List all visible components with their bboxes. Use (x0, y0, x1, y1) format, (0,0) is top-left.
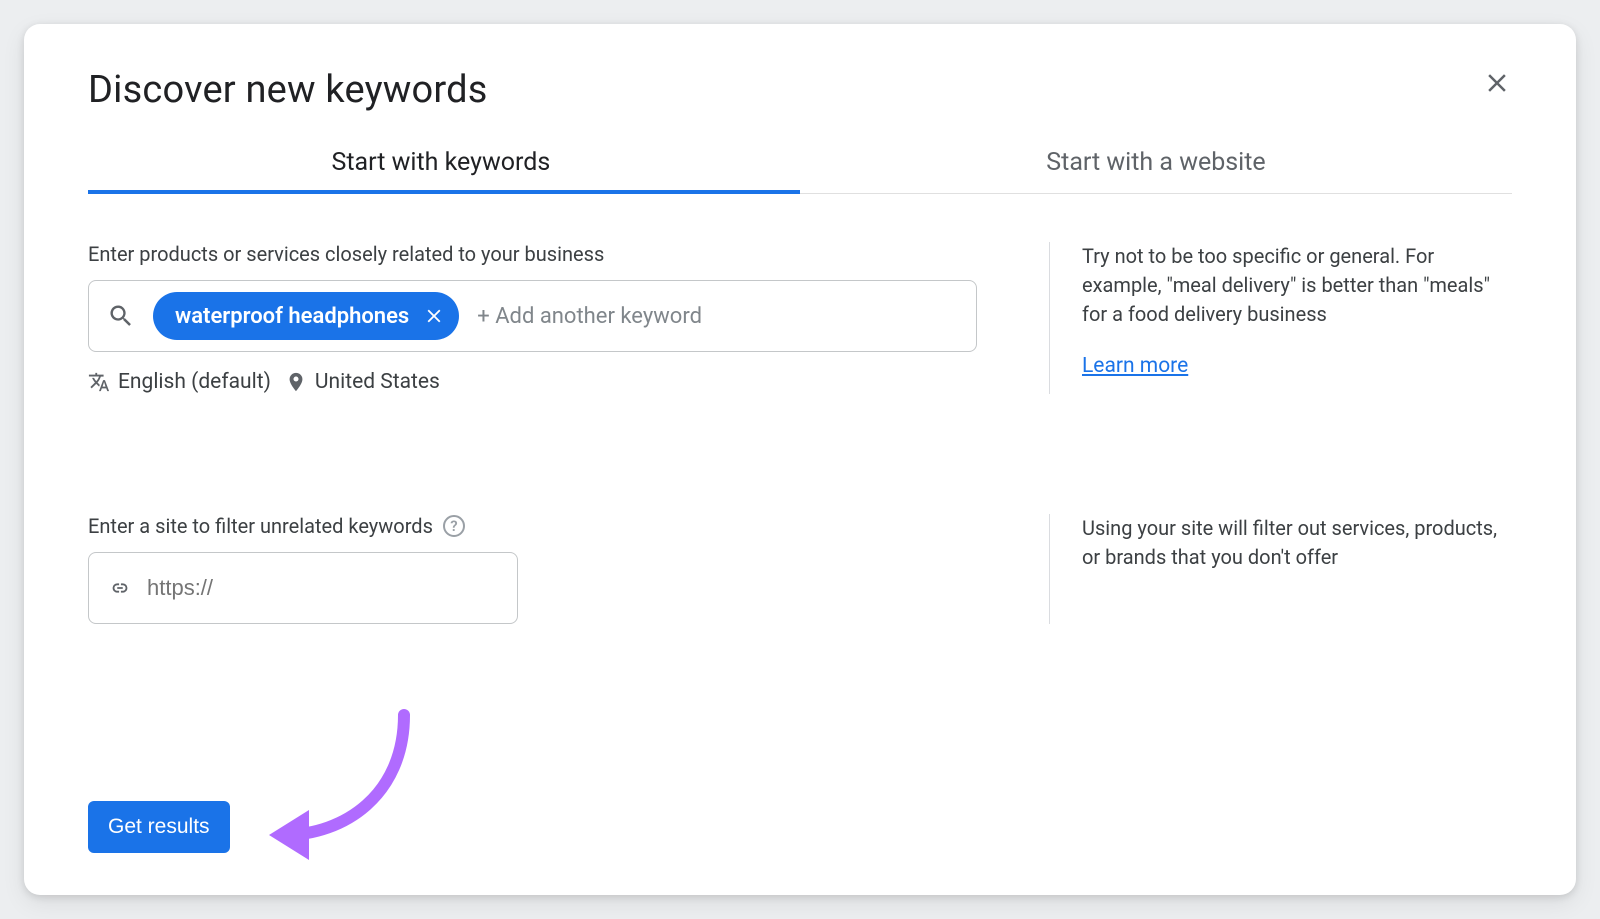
get-results-button[interactable]: Get results (88, 801, 230, 853)
search-icon (107, 302, 135, 330)
translate-icon (88, 371, 110, 393)
chip-label: waterproof headphones (175, 304, 409, 329)
section-divider (1049, 242, 1050, 394)
add-keyword-placeholder[interactable]: + Add another keyword (477, 304, 702, 329)
tab-label: Start with keywords (332, 148, 551, 177)
location-icon (285, 371, 307, 393)
site-input-label: Enter a site to filter unrelated keyword… (88, 514, 977, 538)
tab-bar: Start with keywords Start with a website (88, 148, 1512, 194)
tab-start-with-keywords[interactable]: Start with keywords (88, 148, 800, 193)
tab-start-with-website[interactable]: Start with a website (800, 148, 1512, 193)
annotation-arrow (254, 705, 454, 865)
keyword-chip[interactable]: waterproof headphones (153, 292, 459, 340)
keyword-discovery-dialog: Discover new keywords Start with keyword… (24, 24, 1576, 895)
learn-more-link[interactable]: Learn more (1082, 351, 1188, 381)
section-divider (1049, 514, 1050, 624)
location-selector[interactable]: United States (285, 370, 440, 394)
keywords-tip-text: Try not to be too specific or general. F… (1082, 242, 1512, 329)
tab-label: Start with a website (1046, 148, 1265, 177)
help-icon[interactable]: ? (443, 515, 465, 537)
keywords-input-label: Enter products or services closely relat… (88, 242, 977, 266)
language-selector[interactable]: English (default) (88, 370, 271, 394)
link-icon (109, 577, 131, 599)
chip-remove-icon[interactable] (423, 305, 445, 327)
close-button[interactable] (1482, 68, 1512, 98)
site-tip-text: Using your site will filter out services… (1082, 514, 1512, 572)
site-filter-input[interactable] (147, 575, 497, 601)
site-filter-input-wrap[interactable] (88, 552, 518, 624)
keywords-input[interactable]: waterproof headphones + Add another keyw… (88, 280, 977, 352)
location-label: United States (315, 370, 440, 394)
language-label: English (default) (118, 370, 271, 394)
close-icon (1482, 68, 1512, 98)
dialog-title: Discover new keywords (88, 68, 488, 112)
